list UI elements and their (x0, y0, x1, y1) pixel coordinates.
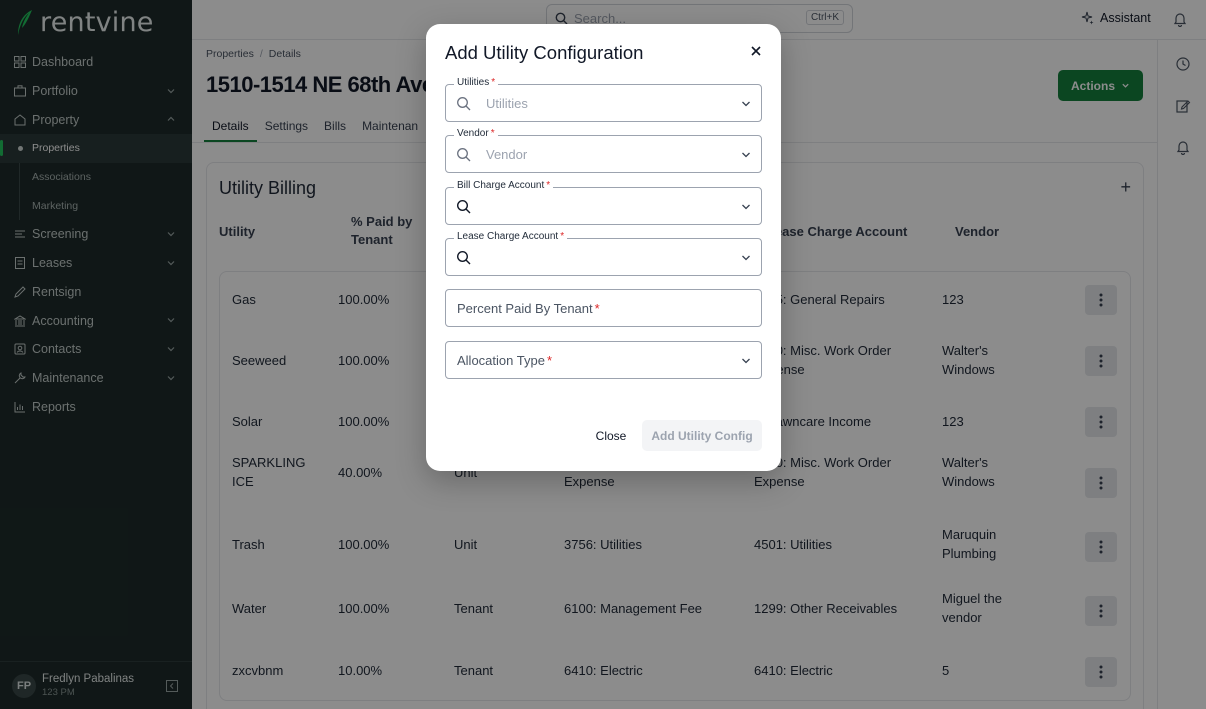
dialog-title: Add Utility Configuration (445, 42, 644, 63)
percent-paid-by-tenant-input[interactable]: Percent Paid By Tenant * (445, 289, 762, 327)
search-icon (456, 250, 471, 265)
lease-charge-account-select[interactable]: Lease Charge Account * (445, 231, 762, 276)
field-label: Vendor * (454, 128, 498, 139)
field-label: Utilities * (454, 77, 499, 88)
search-icon (457, 148, 471, 162)
vendor-select[interactable]: Vendor * Vendor (445, 128, 762, 173)
search-icon (457, 97, 471, 111)
utilities-placeholder: Utilities (486, 96, 528, 111)
chevron-down-icon (742, 204, 750, 210)
close-button[interactable]: Close (591, 424, 631, 448)
field-label: Lease Charge Account * (454, 231, 568, 242)
chevron-down-icon (742, 152, 750, 158)
utilities-select[interactable]: Utilities * Utilities (445, 77, 762, 122)
add-utility-configuration-dialog: Add Utility Configuration Utilities * Uti… (426, 24, 781, 471)
chevron-down-icon (742, 101, 750, 107)
bill-charge-account-select[interactable]: Bill Charge Account * (445, 180, 762, 225)
add-utility-config-button[interactable]: Add Utility Config (642, 420, 762, 451)
search-icon (456, 199, 471, 214)
chevron-down-icon (742, 358, 750, 364)
field-label: Bill Charge Account * (454, 180, 554, 191)
chevron-down-icon (742, 255, 750, 261)
allocation-type-select[interactable]: Allocation Type * (445, 341, 762, 379)
vendor-placeholder: Vendor (486, 147, 528, 162)
field-placeholder: Allocation Type * (457, 353, 552, 368)
close-icon[interactable] (750, 45, 762, 57)
field-placeholder: Percent Paid By Tenant * (457, 301, 600, 316)
